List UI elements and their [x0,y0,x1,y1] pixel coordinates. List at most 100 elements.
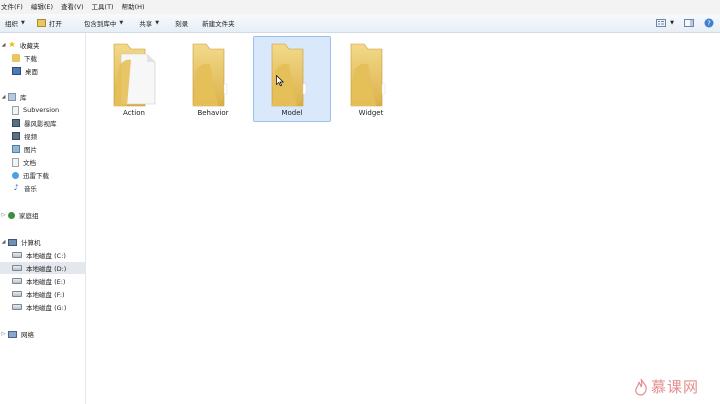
burn-label: 刻录 [175,20,189,28]
drive-icon [12,278,22,284]
watermark-text: 慕课网 [651,378,700,396]
network-icon [8,330,17,338]
share-button[interactable]: 共享 ▼ [134,14,166,32]
burn-button[interactable]: 刻录 [170,14,195,32]
organize-button[interactable]: 组织 ▼ [0,14,32,32]
nav-item-drive-g[interactable]: 本地磁盘 (G:) [0,301,97,313]
view-dropdown-button[interactable]: ▼ [668,14,676,32]
new-folder-label: 新建文件夹 [202,20,235,28]
nav-favorites-label: 收藏夹 [20,42,40,50]
nav-item-videos[interactable]: 视频 [0,130,97,142]
preview-pane-icon [684,19,694,27]
nav-favorites[interactable]: ◢ ★ 收藏夹 [0,39,85,51]
navigation-pane: ◢ ★ 收藏夹 下载 桌面 ◢ 库 Subversion 暴风影视库 视频 图片… [0,33,86,404]
organize-label: 组织 [5,20,18,28]
thunder-download-icon [12,171,19,179]
nav-item-documents-label: 文档 [23,159,36,167]
nav-item-downloads[interactable]: 下载 [0,52,97,64]
nav-item-thunder-label: 迅雷下载 [23,172,49,180]
desktop-icon [12,67,21,75]
computer-icon [8,238,17,246]
flame-logo-icon [635,378,647,396]
nav-item-videos-label: 视频 [24,133,37,141]
nav-item-music[interactable]: ♪ 音乐 [0,182,97,194]
collapse-icon[interactable]: ◢ [0,42,7,48]
nav-homegroup-label: 家庭组 [19,212,39,220]
help-button[interactable]: ? [702,14,716,32]
media-library-icon [12,119,20,127]
chevron-down-icon: ▼ [670,20,674,26]
menu-edit[interactable]: 编辑(E) [30,0,57,14]
folder-item-widget[interactable]: Widget [332,36,410,122]
preview-pane-button[interactable] [682,14,696,32]
folder-item-model[interactable]: Model [253,36,331,122]
menu-file[interactable]: 文件(F) [0,0,27,14]
nav-libraries[interactable]: ◢ 库 [0,91,85,103]
nav-item-subversion[interactable]: Subversion [0,104,97,116]
view-icon [656,19,666,27]
open-label: 打开 [48,20,62,28]
menu-tools[interactable]: 工具(T) [91,0,118,14]
nav-item-pictures-label: 图片 [24,146,37,154]
video-icon [12,132,20,140]
picture-icon [12,145,20,153]
include-in-library-label: 包含到库中 [83,20,117,28]
folder-item-action[interactable]: Action [95,36,173,122]
collapse-icon[interactable]: ◢ [0,94,7,100]
command-bar: 组织 ▼ 打开 包含到库中 ▼ 共享 ▼ 刻录 新建文件夹 ▼ ? [0,14,720,33]
nav-item-desktop[interactable]: 桌面 [0,65,97,77]
folder-name: Model [281,109,303,117]
watermark: 慕课网 [634,376,699,397]
nav-item-drive-f-label: 本地磁盘 (F:) [26,291,65,299]
nav-homegroup[interactable]: ▷ 家庭组 [0,209,85,221]
library-icon [8,93,16,101]
nav-item-thunder[interactable]: 迅雷下载 [0,169,97,181]
downloads-folder-icon [12,54,20,62]
nav-item-documents[interactable]: 文档 [0,156,97,168]
nav-item-drive-e-label: 本地磁盘 (E:) [26,278,66,286]
chevron-down-icon: ▼ [21,20,25,26]
open-button[interactable]: 打开 [32,14,69,32]
folder-icon [271,43,307,107]
help-icon: ? [704,18,714,28]
expand-icon[interactable]: ▷ [0,212,7,218]
nav-computer[interactable]: ◢ 计算机 [0,236,85,248]
include-in-library-button[interactable]: 包含到库中 ▼ [79,14,130,32]
menu-help[interactable]: 帮助(H) [121,0,149,14]
file-list: Action Behavior Model Widget 慕课网 [86,33,720,404]
folder-icon [192,43,228,107]
nav-item-drive-f[interactable]: 本地磁盘 (F:) [0,288,97,300]
drive-icon [12,265,22,271]
nav-item-pictures[interactable]: 图片 [0,143,97,155]
nav-item-baofeng-label: 暴风影视库 [24,120,57,128]
folder-name: Behavior [197,109,229,117]
nav-item-drive-c[interactable]: 本地磁盘 (C:) [0,249,97,261]
nav-item-baofeng[interactable]: 暴风影视库 [0,117,97,129]
new-folder-button[interactable]: 新建文件夹 [197,14,242,32]
expand-icon[interactable]: ▷ [0,331,7,337]
document-icon [12,157,19,167]
drive-icon [12,291,22,297]
nav-item-drive-c-label: 本地磁盘 (C:) [26,252,66,260]
nav-item-drive-d-label: 本地磁盘 (D:) [26,265,67,273]
nav-item-music-label: 音乐 [24,185,37,193]
folder-name: Widget [358,109,384,117]
menu-bar: 文件(F) 编辑(E) 查看(V) 工具(T) 帮助(H) [0,0,720,15]
nav-network-label: 网络 [21,331,34,339]
view-options-button[interactable] [654,14,668,32]
nav-item-drive-e[interactable]: 本地磁盘 (E:) [0,275,97,287]
drive-icon [12,304,22,310]
folder-name: Action [123,109,145,117]
open-icon [36,19,46,27]
nav-item-drive-d[interactable]: 本地磁盘 (D:) [0,262,85,274]
folder-icon [350,43,386,107]
nav-item-drive-g-label: 本地磁盘 (G:) [26,304,67,312]
subversion-library-icon [12,105,19,115]
menu-view[interactable]: 查看(V) [60,0,88,14]
folder-item-behavior[interactable]: Behavior [174,36,252,122]
mouse-cursor-icon [276,75,284,87]
nav-network[interactable]: ▷ 网络 [0,328,85,340]
collapse-icon[interactable]: ◢ [0,239,7,245]
homegroup-icon [8,211,15,219]
explorer-window: 文件(F) 编辑(E) 查看(V) 工具(T) 帮助(H) 组织 ▼ 打开 包含… [0,0,720,404]
